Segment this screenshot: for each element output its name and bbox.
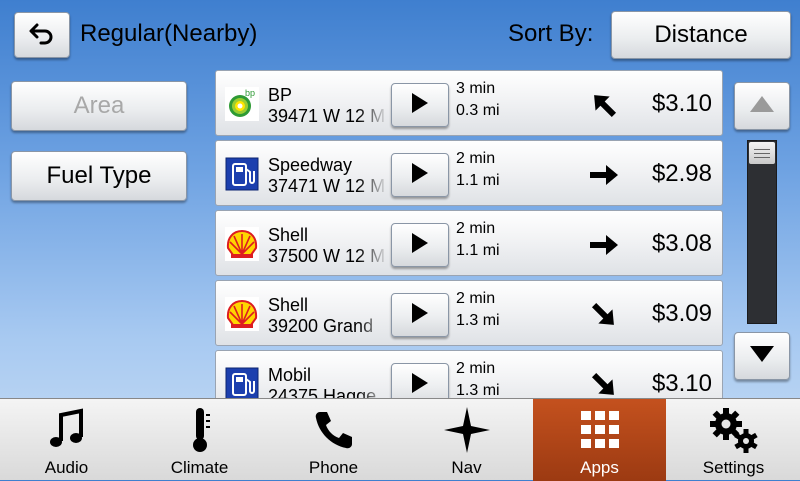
navigate-button[interactable] — [391, 223, 449, 267]
station-list: bp BP 39471 W 12 M 3 min 0.3 mi $3.10 Speedway… — [215, 70, 725, 398]
arrow-down-right-icon — [584, 365, 624, 398]
page-title: Regular(Nearby) — [80, 20, 258, 47]
navigate-button[interactable] — [391, 293, 449, 337]
shell-logo-icon — [225, 297, 259, 331]
station-address: 39200 Grand — [268, 316, 374, 336]
fuel-price: $2.98 — [651, 160, 712, 187]
fuel-price: $3.10 — [651, 370, 712, 397]
nav-tab-label: Apps — [580, 458, 619, 477]
nav-tab-apps[interactable]: Apps — [533, 399, 666, 481]
svg-text:bp: bp — [245, 88, 255, 98]
bottom-nav-bar: Audio Climate Phone Nav Apps Settings — [0, 398, 800, 481]
nav-tab-label: Nav — [451, 458, 482, 477]
station-address: 37500 W 12 M — [268, 246, 386, 266]
distance: 0.3 mi — [456, 102, 500, 119]
station-address: 37471 W 12 M — [268, 176, 386, 196]
triangle-up-icon — [749, 95, 775, 118]
drive-time: 2 min — [456, 220, 496, 237]
fuel-pump-icon — [225, 157, 259, 191]
drive-time: 3 min — [456, 80, 496, 97]
scrollbar-thumb[interactable] — [749, 142, 775, 164]
navigate-button[interactable] — [391, 83, 449, 127]
navigate-button[interactable] — [391, 363, 449, 398]
station-name: Shell — [268, 295, 309, 315]
scroll-up-button[interactable] — [734, 82, 790, 130]
nav-tab-settings[interactable]: Settings — [667, 399, 800, 481]
music-note-icon — [0, 403, 133, 457]
back-button[interactable] — [14, 12, 70, 58]
phone-icon — [267, 403, 400, 457]
nav-tab-climate[interactable]: Climate — [133, 399, 266, 481]
play-arrow-icon — [411, 372, 429, 399]
drive-time: 2 min — [456, 150, 496, 167]
fuel-price: $3.09 — [651, 300, 712, 327]
nav-tab-nav[interactable]: Nav — [400, 399, 533, 481]
nav-tab-phone[interactable]: Phone — [267, 399, 400, 481]
thermometer-icon — [133, 403, 266, 457]
nav-tab-label: Settings — [702, 458, 765, 477]
arrow-down-right-icon — [584, 295, 624, 335]
station-row[interactable]: Shell 39200 Grand 2 min 1.3 mi $3.09 — [215, 280, 723, 346]
triangle-down-icon — [749, 345, 775, 368]
nav-tab-label: Climate — [170, 458, 229, 477]
station-row[interactable]: Shell 37500 W 12 M 2 min 1.1 mi $3.08 — [215, 210, 723, 276]
sort-by-button[interactable]: Distance — [611, 11, 791, 59]
station-name: Mobil — [268, 365, 312, 385]
distance: 1.3 mi — [456, 312, 500, 329]
fuel-type-button[interactable]: Fuel Type — [11, 151, 187, 201]
station-name: Speedway — [268, 155, 353, 175]
arrow-right-icon — [584, 155, 624, 195]
scroll-down-button[interactable] — [734, 332, 790, 380]
apps-grid-icon — [533, 403, 666, 457]
bp-logo-icon: bp — [225, 87, 259, 121]
play-arrow-icon — [411, 232, 429, 259]
station-row[interactable]: Speedway 37471 W 12 M 2 min 1.1 mi $2.98 — [215, 140, 723, 206]
scrollbar-track[interactable] — [747, 140, 777, 324]
station-address: 39471 W 12 M — [268, 106, 386, 126]
fuel-pump-icon — [225, 367, 259, 398]
distance: 1.1 mi — [456, 172, 500, 189]
station-name: Shell — [268, 225, 309, 245]
fuel-price: $3.10 — [651, 90, 712, 117]
distance: 1.3 mi — [456, 382, 500, 398]
arrow-right-icon — [584, 225, 624, 265]
distance: 1.1 mi — [456, 242, 500, 259]
nav-tab-label: Audio — [44, 458, 89, 477]
navigate-button[interactable] — [391, 153, 449, 197]
compass-star-icon — [400, 403, 533, 457]
play-arrow-icon — [411, 92, 429, 119]
back-arrow-icon — [27, 21, 57, 50]
station-row[interactable]: bp BP 39471 W 12 M 3 min 0.3 mi $3.10 — [215, 70, 723, 136]
play-arrow-icon — [411, 162, 429, 189]
drive-time: 2 min — [456, 290, 496, 307]
nav-tab-label: Phone — [308, 458, 359, 477]
area-button[interactable]: Area — [11, 81, 187, 131]
arrow-up-left-icon — [584, 85, 624, 125]
station-row[interactable]: Mobil 24375 Hagge 2 min 1.3 mi $3.10 — [215, 350, 723, 398]
station-address: 24375 Hagge — [268, 386, 377, 398]
drive-time: 2 min — [456, 360, 496, 377]
play-arrow-icon — [411, 302, 429, 329]
sort-by-label: Sort By: — [508, 20, 594, 47]
gears-icon — [667, 403, 800, 457]
nav-tab-audio[interactable]: Audio — [0, 399, 133, 481]
fuel-price: $3.08 — [651, 230, 712, 257]
station-name: BP — [268, 85, 293, 105]
shell-logo-icon — [225, 227, 259, 261]
